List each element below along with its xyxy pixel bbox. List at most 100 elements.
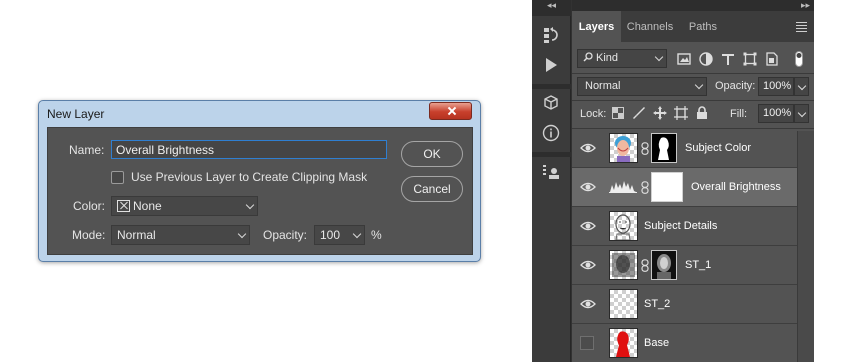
none-color-icon — [117, 200, 130, 212]
layer-name: ST_1 — [685, 259, 712, 271]
lock-label: Lock: — [580, 108, 607, 120]
name-label: Name: — [69, 143, 105, 157]
eye-icon[interactable] — [580, 218, 596, 234]
layer-row-overall-brightness[interactable]: Overall Brightness — [572, 168, 797, 207]
collapse-right-button[interactable]: ▸▸ — [572, 0, 814, 11]
photoshop-panels: ◂◂ ▸▸ Layers Channels Paths Kind Normal … — [532, 0, 814, 362]
layer-mask-thumbnail — [651, 133, 677, 163]
lock-all-icon[interactable] — [695, 106, 709, 120]
layer-row-base[interactable]: Base — [572, 324, 797, 362]
link-icon[interactable] — [641, 142, 649, 155]
visibility-toggle[interactable] — [580, 336, 594, 350]
layer-row-st-2[interactable]: ST_2 — [572, 285, 797, 324]
lock-position-icon[interactable] — [653, 106, 667, 120]
mode-label: Mode: — [72, 228, 106, 242]
opacity-label: Opacity: — [263, 228, 308, 242]
strip-divider — [532, 152, 571, 157]
layer-name: Base — [644, 337, 670, 349]
opacity-label: Opacity: — [715, 80, 756, 92]
strip-divider — [532, 84, 571, 89]
opacity-value: 100 — [320, 228, 341, 242]
layers-panel: Layers Channels Paths Kind Normal Opacit… — [572, 11, 814, 362]
link-icon[interactable] — [641, 259, 649, 272]
panel-menu-icon[interactable] — [796, 22, 807, 34]
eye-icon[interactable] — [580, 179, 596, 195]
opacity-input[interactable]: 100 — [314, 225, 365, 245]
fill-label: Fill: — [730, 108, 748, 120]
name-input[interactable]: Overall Brightness — [111, 140, 387, 159]
tab-paths[interactable]: Paths — [679, 11, 727, 42]
eye-icon[interactable] — [580, 140, 596, 156]
layer-mask-thumbnail — [651, 172, 683, 202]
layer-row-st-1[interactable]: ST_1 — [572, 246, 797, 285]
eye-icon[interactable] — [580, 296, 596, 312]
close-button[interactable] — [429, 102, 472, 120]
dialog-body: Name: Overall Brightness Use Previous La… — [47, 127, 473, 255]
color-label: Color: — [73, 199, 106, 213]
filter-kind-label: Kind — [596, 52, 619, 64]
layer-thumbnail — [609, 211, 638, 241]
fill-dropdown-button[interactable] — [794, 104, 809, 123]
cancel-button[interactable]: Cancel — [401, 176, 463, 202]
link-icon[interactable] — [641, 181, 649, 194]
opacity-field[interactable]: 100% — [758, 77, 794, 96]
layer-thumbnail — [609, 328, 638, 358]
adjustment-filter-icon[interactable] — [697, 50, 715, 68]
color-value: None — [133, 199, 162, 213]
new-layer-dialog: New Layer Name: Overall Brightness Use P… — [38, 100, 481, 262]
panel-tabs: Layers Channels Paths — [572, 11, 814, 42]
smart-object-filter-icon[interactable] — [763, 50, 781, 68]
filter-toggle-icon[interactable] — [793, 50, 805, 68]
clipping-mask-label: Use Previous Layer to Create Clipping Ma… — [131, 170, 368, 184]
filter-kind-select[interactable]: Kind — [577, 49, 667, 68]
lock-artboard-icon[interactable] — [674, 106, 688, 120]
type-filter-icon[interactable] — [719, 50, 737, 68]
strip-grip — [532, 11, 571, 16]
clipping-mask-checkbox[interactable] — [111, 171, 124, 184]
actions-play-icon[interactable] — [540, 54, 562, 76]
chevron-down-icon — [237, 229, 247, 239]
info-icon[interactable] — [540, 122, 562, 144]
fill-field[interactable]: 100% — [758, 104, 794, 123]
layer-thumbnail — [609, 289, 638, 319]
levels-histogram-icon — [609, 179, 637, 193]
ok-button[interactable]: OK — [401, 141, 463, 167]
lock-transparent-pixels-icon[interactable] — [611, 106, 625, 120]
lock-image-pixels-icon[interactable] — [632, 106, 646, 120]
chevron-down-icon — [245, 200, 255, 210]
tab-layers[interactable]: Layers — [572, 11, 621, 42]
layer-thumbnail — [609, 250, 638, 280]
tab-channels[interactable]: Channels — [621, 11, 679, 42]
properties-icon[interactable] — [540, 161, 562, 183]
layer-name: Overall Brightness — [691, 181, 781, 193]
collapse-left-button[interactable]: ◂◂ — [532, 0, 571, 11]
collapsed-panel-strip: ◂◂ — [532, 0, 571, 362]
divider — [572, 100, 814, 101]
dialog-title: New Layer — [47, 107, 105, 121]
pixel-filter-icon[interactable] — [675, 50, 693, 68]
opacity-unit: % — [371, 228, 382, 242]
blend-mode-select[interactable]: Normal — [577, 77, 707, 96]
chevron-down-icon — [694, 80, 704, 90]
3d-cube-icon[interactable] — [540, 92, 562, 114]
history-icon[interactable] — [540, 24, 562, 46]
layer-thumbnail — [609, 133, 638, 163]
layers-scrollbar[interactable] — [797, 131, 814, 362]
layer-mask-thumbnail — [651, 250, 677, 280]
mode-value: Normal — [117, 228, 156, 242]
mode-select[interactable]: Normal — [111, 225, 250, 245]
blend-mode-value: Normal — [585, 80, 621, 92]
layer-name: Subject Color — [685, 142, 752, 154]
layer-row-subject-color[interactable]: Subject Color — [572, 129, 797, 168]
search-icon — [583, 52, 593, 62]
layer-name: ST_2 — [644, 298, 671, 310]
color-select[interactable]: None — [111, 196, 258, 216]
layer-row-subject-details[interactable]: Subject Details — [572, 207, 797, 246]
layer-name: Subject Details — [644, 220, 718, 232]
eye-icon[interactable] — [580, 257, 596, 273]
shape-filter-icon[interactable] — [741, 50, 759, 68]
opacity-dropdown-button[interactable] — [794, 77, 809, 96]
chevron-down-icon — [352, 229, 362, 239]
chevron-down-icon — [654, 52, 664, 62]
divider — [572, 73, 814, 74]
